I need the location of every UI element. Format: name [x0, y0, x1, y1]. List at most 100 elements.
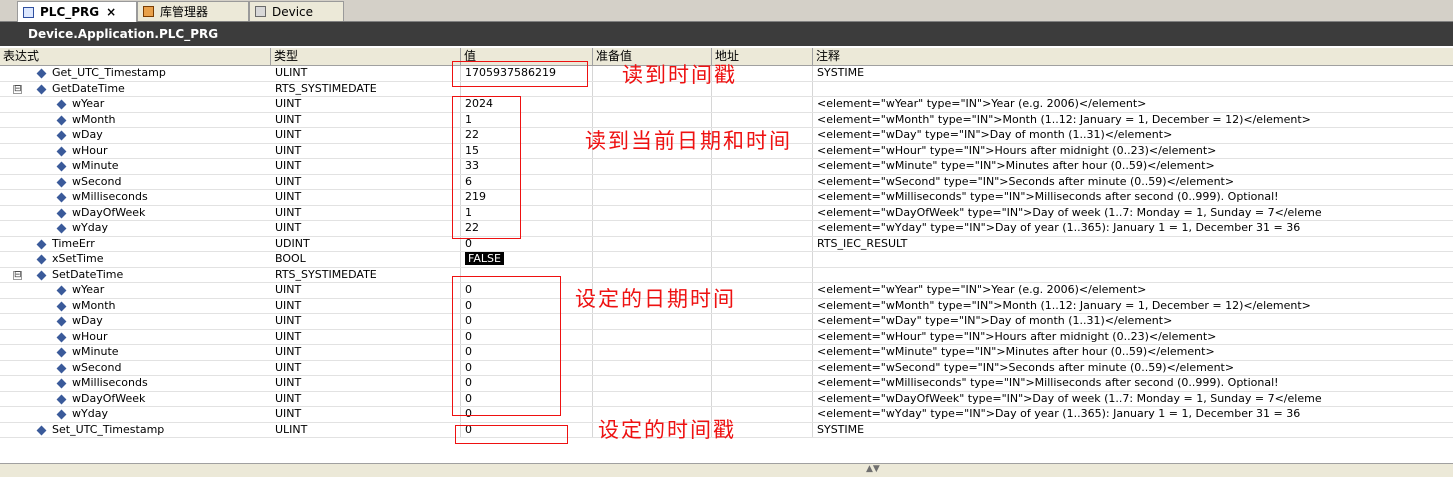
comment-cell: <element="wMonth" type="IN">Month (1..12… — [817, 112, 1311, 126]
comment-cell: <element="wYear" type="IN">Year (e.g. 20… — [817, 97, 1147, 110]
table-row[interactable]: wMilliseconds UINT 219 <element="wMilliseco… — [0, 190, 1453, 206]
type-cell: ULINT — [271, 66, 461, 81]
annotation-set-datetime: 设定的日期时间 — [575, 287, 736, 311]
address-cell — [712, 314, 813, 329]
prepared-value-cell[interactable] — [593, 360, 712, 375]
type-cell: UINT — [271, 112, 461, 127]
comment-cell — [813, 268, 1453, 283]
variable-name: wYday — [72, 407, 108, 420]
prepared-value-cell[interactable] — [593, 205, 712, 220]
variable-icon — [56, 363, 67, 373]
prepared-value-cell[interactable] — [593, 376, 712, 391]
table-row[interactable]: wSecond UINT 0 <element="wSecond" type="IN"… — [0, 360, 1453, 376]
annotation-read-datetime: 读到当前日期和时间 — [585, 129, 792, 153]
prepared-value-cell[interactable] — [593, 236, 712, 251]
highlight-box-get-timestamp — [452, 61, 588, 87]
variable-icon — [56, 161, 67, 172]
prepared-value-cell[interactable] — [593, 329, 712, 344]
type-cell: UDINT — [271, 236, 461, 251]
expression-cell: wSecond — [0, 361, 271, 376]
table-row[interactable]: wDayOfWeek UINT 0 <element="wDayOfWeek" typ… — [0, 391, 1453, 407]
prepared-value-cell[interactable] — [593, 159, 712, 174]
address-cell — [712, 252, 813, 267]
variable-name: wYday — [72, 221, 108, 234]
type-cell: UINT — [271, 97, 461, 112]
splitter-grip-icon[interactable]: ▲▼ — [866, 464, 880, 474]
address-cell — [712, 345, 813, 360]
table-row[interactable]: wMilliseconds UINT 0 <element="wMillisecond… — [0, 376, 1453, 392]
prepared-value-cell[interactable] — [593, 97, 712, 112]
type-cell: UINT — [271, 314, 461, 329]
table-row[interactable]: wSecond UINT 6 <element="wSecond" type="IN"… — [0, 174, 1453, 190]
comment-cell: <element="wYday" type="IN">Day of year (… — [817, 221, 1301, 234]
expression-cell: Get_UTC_Timestamp — [0, 66, 271, 81]
address-cell — [712, 205, 813, 220]
prepared-value-cell[interactable] — [593, 345, 712, 360]
variable-name: wHour — [72, 329, 108, 343]
variable-icon — [56, 409, 67, 420]
table-row[interactable]: xSetTime BOOL FALSE — [0, 252, 1453, 268]
variable-name: TimeErr — [52, 236, 95, 250]
table-row[interactable]: wYday UINT 22 <element="wYday" type="IN">Da… — [0, 221, 1453, 237]
table-row[interactable]: TimeErr UDINT 0 RTS_IEC_RESULT — [0, 236, 1453, 252]
variable-name: wYear — [72, 283, 105, 296]
value-cell[interactable]: FALSE — [461, 252, 593, 267]
table-row[interactable]: wMinute UINT 0 <element="wMinute" type="IN"… — [0, 345, 1453, 361]
variable-icon — [56, 223, 67, 234]
comment-cell: <element="wMinute" type="IN">Minutes aft… — [817, 159, 1215, 172]
variable-icon — [36, 270, 47, 280]
collapse-toggle-icon[interactable]: ⊟ — [13, 270, 22, 280]
tab-library-manager[interactable]: 库管理器 — [137, 1, 249, 21]
table-row[interactable]: wHour UINT 0 <element="wHour" type="IN">Hou… — [0, 329, 1453, 345]
highlight-box-set-datetime — [452, 276, 561, 416]
type-cell: UINT — [271, 407, 461, 422]
prepared-value-cell[interactable] — [593, 267, 712, 282]
column-header-expression[interactable]: 表达式 — [0, 48, 271, 65]
table-row[interactable]: ⊟ SetDateTime RTS_SYSTIMEDATE — [0, 267, 1453, 283]
expression-cell: wSecond — [0, 175, 271, 190]
prepared-value-cell[interactable] — [593, 190, 712, 205]
collapse-toggle-icon[interactable]: ⊟ — [13, 84, 22, 94]
tab-plc-prg[interactable]: PLC_PRG × — [17, 1, 137, 22]
variable-name: wSecond — [72, 360, 122, 374]
address-cell — [712, 97, 813, 112]
comment-cell: RTS_IEC_RESULT — [817, 236, 908, 250]
table-row[interactable]: wYear UINT 2024 <element="wYear" type="IN">… — [0, 97, 1453, 113]
prepared-value-cell[interactable] — [593, 314, 712, 329]
variable-icon — [56, 301, 67, 311]
comment-cell: <element="wSecond" type="IN">Seconds aft… — [817, 360, 1235, 374]
column-header-type[interactable]: 类型 — [271, 48, 461, 65]
comment-cell: <element="wDayOfWeek" type="IN">Day of w… — [817, 391, 1322, 405]
prepared-value-cell[interactable] — [593, 221, 712, 236]
table-row[interactable]: wDayOfWeek UINT 1 <element="wDayOfWeek" typ… — [0, 205, 1453, 221]
watch-grid: 表达式 类型 值 准备值 地址 注释 Get_UTC_Timestamp ULIN… — [0, 48, 1453, 438]
variable-icon — [56, 130, 67, 141]
variable-icon — [36, 425, 47, 435]
address-cell — [712, 376, 813, 391]
variable-name: GetDateTime — [52, 81, 125, 95]
prepared-value-cell[interactable] — [593, 174, 712, 189]
variable-icon — [56, 378, 67, 389]
type-cell: UINT — [271, 143, 461, 158]
type-cell: UINT — [271, 360, 461, 375]
address-cell — [712, 391, 813, 406]
type-cell: UINT — [271, 128, 461, 143]
prepared-value-cell[interactable] — [593, 391, 712, 406]
table-row[interactable]: wMinute UINT 33 <element="wMinute" type="IN… — [0, 159, 1453, 175]
variable-icon — [56, 285, 67, 296]
device-icon — [255, 6, 266, 17]
prepared-value-cell[interactable] — [593, 252, 712, 267]
type-cell: UINT — [271, 190, 461, 205]
close-icon[interactable]: × — [106, 5, 116, 19]
tab-device[interactable]: Device — [249, 1, 344, 21]
annotation-read-timestamp: 读到时间戳 — [622, 63, 737, 87]
type-cell: RTS_SYSTIMEDATE — [271, 267, 461, 282]
table-row[interactable]: wDay UINT 0 <element="wDay" type="IN">Day o… — [0, 314, 1453, 330]
expression-cell: wDay — [0, 314, 271, 329]
column-header-comment[interactable]: 注释 — [813, 48, 1453, 65]
bool-value-badge[interactable]: FALSE — [465, 252, 504, 265]
address-cell — [712, 236, 813, 251]
type-cell: UINT — [271, 221, 461, 236]
expression-cell: wYday — [0, 221, 271, 236]
variable-icon — [56, 332, 67, 342]
